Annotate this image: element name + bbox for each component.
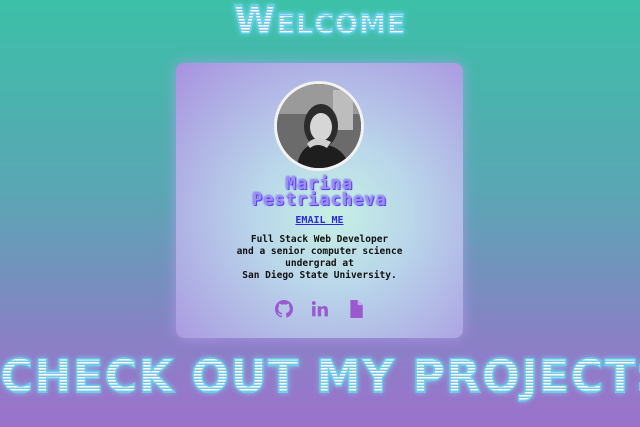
bio-line: and a senior computer science [236,246,403,257]
welcome-heading: Welcome [0,0,640,43]
profile-photo [277,84,361,168]
bio-line: undergrad at [285,258,354,269]
resume-file-icon[interactable] [347,300,365,318]
bio-text: Full Stack Web Developer and a senior co… [176,234,463,282]
social-links [176,300,463,318]
avatar [274,81,364,171]
bio-line: Full Stack Web Developer [250,234,389,245]
projects-heading[interactable]: CHECK OUT MY PROJECTS [0,349,640,403]
bio-line: San Diego State University. [242,270,397,281]
github-icon[interactable] [274,300,293,318]
profile-last-name: Pestriacheva [252,190,387,210]
linkedin-icon[interactable] [311,300,329,318]
email-me-link[interactable]: EMAIL ME [176,215,463,226]
profile-card: Marina Pestriacheva EMAIL ME Full Stack … [176,63,463,338]
profile-name: Marina Pestriacheva [176,176,463,210]
